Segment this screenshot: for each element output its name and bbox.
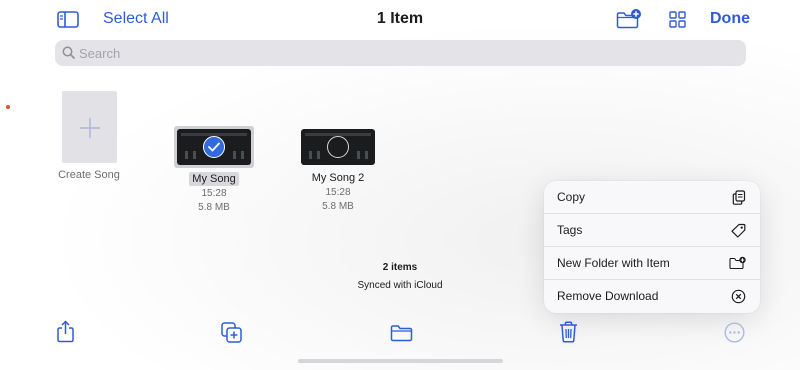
- share-icon[interactable]: [56, 320, 75, 343]
- trash-icon[interactable]: [559, 321, 578, 343]
- tag-icon: [731, 223, 746, 238]
- done-button[interactable]: Done: [710, 10, 750, 28]
- menu-item-new-folder-with-item[interactable]: New Folder with Item: [544, 247, 760, 280]
- grid-view-icon[interactable]: [669, 11, 686, 28]
- menu-item-remove-download[interactable]: Remove Download: [544, 280, 760, 313]
- top-bar: Select All 1 Item Done: [0, 0, 800, 38]
- more-icon[interactable]: [724, 322, 745, 343]
- song-name: My Song: [159, 172, 269, 186]
- song-size: 5.8 MB: [322, 201, 354, 212]
- menu-item-tags[interactable]: Tags: [544, 214, 760, 247]
- song-artwork: [301, 129, 375, 165]
- home-indicator: [298, 359, 503, 363]
- new-folder-icon[interactable]: [616, 9, 642, 29]
- menu-item-label: New Folder with Item: [557, 256, 670, 270]
- search-icon: [62, 46, 75, 59]
- menu-item-label: Remove Download: [557, 289, 659, 303]
- song-thumbnail[interactable]: [301, 129, 375, 165]
- context-menu: Copy Tags New Folder with Item Remove Do…: [544, 181, 760, 313]
- create-song-label: Create Song: [58, 169, 120, 181]
- create-song-tile[interactable]: [62, 91, 117, 163]
- copy-icon: [732, 190, 746, 205]
- menu-item-label: Copy: [557, 190, 586, 204]
- duplicate-icon[interactable]: [221, 322, 242, 343]
- plus-icon: [80, 118, 100, 138]
- selected-checkmark-icon: [203, 136, 225, 158]
- indicator-dot: [6, 105, 10, 109]
- song-size: 5.8 MB: [198, 202, 230, 213]
- song-thumbnail[interactable]: [174, 126, 254, 168]
- song-time: 15:28: [201, 188, 227, 199]
- song-name: My Song 2: [311, 172, 365, 184]
- song-item[interactable]: My Song 2 15:28 5.8 MB: [283, 129, 393, 212]
- search-input[interactable]: [79, 40, 679, 66]
- menu-item-label: Tags: [557, 223, 583, 237]
- search-bar[interactable]: [55, 40, 746, 66]
- x-circle-icon: [731, 289, 746, 304]
- folder-icon[interactable]: [390, 324, 413, 342]
- song-time: 15:28: [325, 187, 351, 198]
- menu-item-copy[interactable]: Copy: [544, 181, 760, 214]
- song-item[interactable]: My Song 15:28 5.8 MB: [159, 126, 269, 213]
- folder-badge-plus-icon: [729, 256, 746, 270]
